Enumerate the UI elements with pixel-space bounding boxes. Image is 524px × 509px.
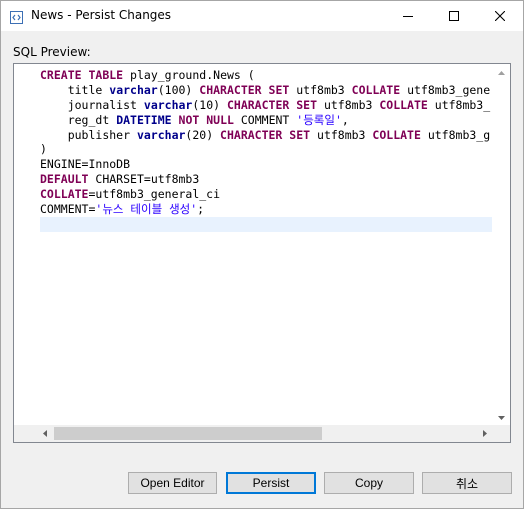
sql-preview-editor[interactable]: CREATE TABLE play_ground.News ( title va…	[13, 63, 511, 443]
maximize-button[interactable]	[431, 1, 477, 31]
open-editor-button[interactable]: Open Editor	[128, 472, 217, 494]
minimize-button[interactable]	[385, 1, 431, 31]
code-line: publisher varchar(20) CHARACTER SET utf8…	[67, 127, 491, 142]
horizontal-scroll-thumb[interactable]	[54, 427, 322, 440]
scroll-right-arrow-icon[interactable]	[476, 425, 493, 442]
code-line: reg_dt DATETIME NOT NULL COMMENT '등록일',	[67, 112, 349, 127]
code-line: ENGINE=InnoDB	[40, 157, 131, 172]
horizontal-scrollbar[interactable]	[14, 425, 493, 442]
code-line: CREATE TABLE play_ground.News (	[40, 68, 255, 82]
sql-code[interactable]: CREATE TABLE play_ground.News ( title va…	[40, 68, 492, 424]
cancel-button[interactable]: 취소	[422, 472, 512, 494]
code-line: COLLATE=utf8mb3_general_ci	[40, 187, 221, 202]
close-icon	[495, 11, 505, 21]
scroll-up-arrow-icon[interactable]	[493, 64, 510, 81]
persist-button[interactable]: Persist	[226, 472, 316, 494]
scrollbar-corner	[493, 425, 510, 442]
scroll-left-arrow-icon[interactable]	[36, 425, 53, 442]
maximize-icon	[449, 11, 459, 21]
copy-button[interactable]: Copy	[324, 472, 414, 494]
code-line: title varchar(100) CHARACTER SET utf8mb3…	[67, 82, 491, 97]
code-line: COMMENT='뉴스 테이블 생성';	[40, 202, 205, 217]
code-line: )	[40, 142, 47, 157]
app-icon	[10, 9, 23, 24]
window-title: News - Persist Changes	[31, 8, 172, 22]
close-button[interactable]	[477, 1, 523, 31]
code-line: journalist varchar(10) CHARACTER SET utf…	[67, 97, 491, 112]
code-line	[40, 216, 492, 232]
code-line: DEFAULT CHARSET=utf8mb3	[40, 172, 200, 187]
minimize-icon	[403, 16, 413, 17]
sql-preview-label: SQL Preview:	[13, 45, 91, 59]
vertical-scrollbar[interactable]	[493, 64, 510, 426]
title-bar: News - Persist Changes	[1, 1, 523, 31]
persist-changes-dialog: News - Persist Changes SQL Preview: CREA…	[0, 0, 524, 509]
scroll-down-arrow-icon[interactable]	[493, 409, 510, 426]
